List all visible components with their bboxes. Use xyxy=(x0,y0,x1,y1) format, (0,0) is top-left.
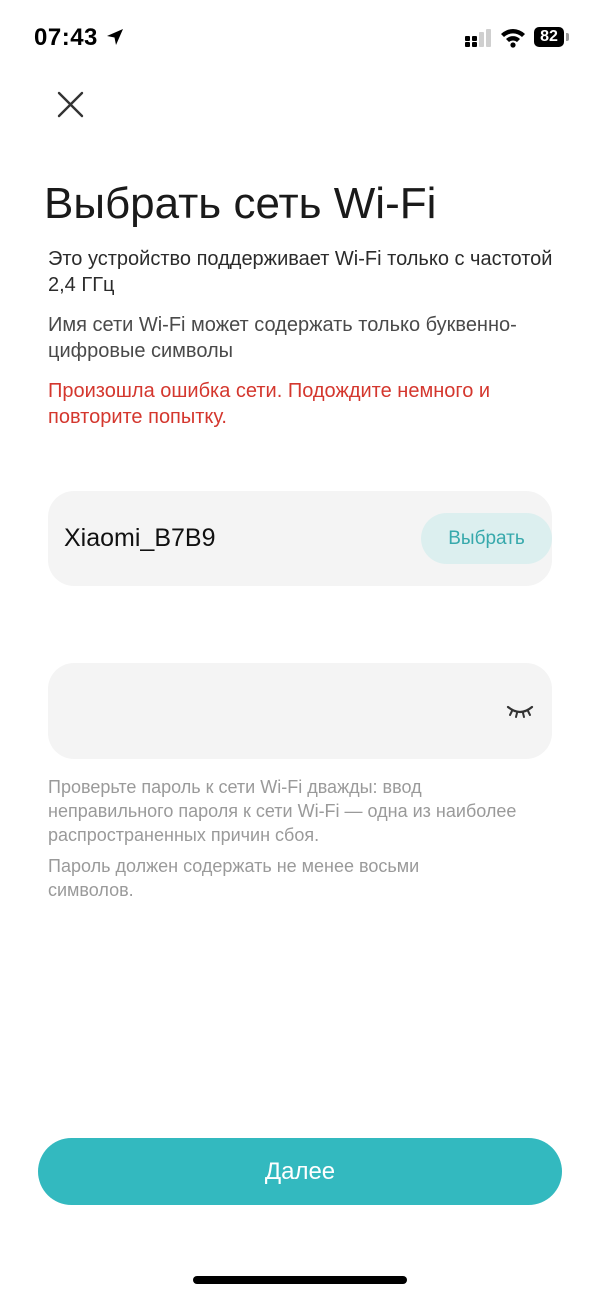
home-indicator xyxy=(193,1276,407,1284)
status-bar: 07:43 82 xyxy=(0,0,600,76)
battery-icon: 82 xyxy=(534,27,564,47)
next-button[interactable]: Далее xyxy=(38,1138,562,1205)
password-check-hint: Проверьте пароль к сети Wi-Fi дважды: вв… xyxy=(48,777,517,845)
network-name: Xiaomi_B7B9 xyxy=(64,524,216,552)
wifi-icon xyxy=(501,29,525,48)
network-error-message: Произошла ошибка сети. Подождите немного… xyxy=(48,380,491,428)
eye-closed-icon[interactable] xyxy=(504,699,536,723)
battery-tip xyxy=(566,33,569,41)
select-network-button[interactable]: Выбрать xyxy=(421,513,552,564)
network-name-note: Имя сети Wi-Fi может содержать только бу… xyxy=(48,314,517,362)
password-length-hint: Пароль должен содержать не менее восьми … xyxy=(48,856,420,900)
close-icon[interactable] xyxy=(50,84,92,126)
password-input[interactable] xyxy=(64,687,488,737)
battery-level: 82 xyxy=(540,28,558,45)
frequency-note: Это устройство поддерживает Wi-Fi только… xyxy=(48,248,553,296)
location-arrow-icon xyxy=(107,29,123,45)
cellular-signal-icon xyxy=(465,29,491,47)
network-field: Xiaomi_B7B9 Выбрать xyxy=(48,491,552,586)
page-title: Выбрать сеть Wi-Fi xyxy=(44,179,437,228)
status-time: 07:43 xyxy=(34,24,98,51)
password-field[interactable] xyxy=(48,663,552,759)
